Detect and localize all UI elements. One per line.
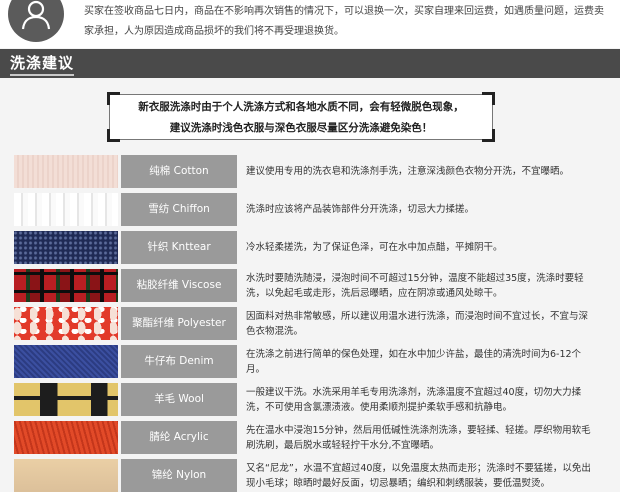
fabric-swatch-cotton [14,155,118,188]
section-title: 洗涤建议 [10,54,75,72]
section-underline [10,74,74,76]
fabric-name: 针织 Knttear [121,231,237,264]
section-header: 洗涤建议 [0,49,620,78]
washing-notice-box: 新衣服洗涤时由于个人洗涤方式和各地水质不同，会有轻微脱色现象， 建议洗涤时浅色衣… [107,92,495,142]
fabric-row-viscose: 粘胶纤维 Viscose 水洗时要随洗随浸，浸泡时间不可超过15分钟，温度不能超… [14,269,614,302]
fabric-description: 在洗涤之前进行简单的保色处理，如在水中加少许盐，最佳的清洗时间为6-12个月。 [246,348,582,375]
fabric-description: 又名“尼龙”，水温不宜超过40度，以免温度太热而走形；洗涤时不要猛搓，以免出现小… [246,462,591,489]
fabric-swatch-nylon [14,459,118,492]
fabric-description: 一般建议干洗。水洗采用羊毛专用洗涤剂，洗涤温度不宜超过40度，切勿大力揉洗，不可… [246,386,582,413]
fabric-row-cotton: 纯棉 Cotton 建议使用专用的洗衣皂和洗涤剂手洗，注意深浅颜色衣物分开洗，不… [14,155,614,188]
fabric-description: 建议使用专用的洗衣皂和洗涤剂手洗，注意深浅颜色衣物分开洗，不宜曝晒。 [246,166,570,177]
fabric-swatch-wool [14,383,118,416]
fabric-row-wool: 羊毛 Wool 一般建议干洗。水洗采用羊毛专用洗涤剂，洗涤温度不宜超过40度，切… [14,383,614,416]
return-policy-header: 买家在签收商品七日内，商品在不影响再次销售的情况下，可以退换一次，买家自理来回运… [0,0,620,48]
fabric-name: 腈纶 Acrylic [121,421,237,454]
fabric-swatch-knit [14,231,118,264]
fabric-name: 锦纶 Nylon [121,459,237,492]
return-policy-text: 买家在签收商品七日内，商品在不影响再次销售的情况下，可以退换一次，买家自理来回运… [84,6,604,37]
user-icon [8,0,64,42]
fabric-description: 冷水轻柔搓洗，为了保证色泽，可在水中加点醋，平摊阴干。 [246,242,503,253]
fabric-description: 因面料对热非常敏感，所以建议用温水进行洗涤，而浸泡时间不宜过长，不宜与深色衣物混… [246,310,589,337]
corner-mark [107,129,120,142]
corner-mark [482,92,495,105]
fabric-row-denim: 牛仔布 Denim 在洗涤之前进行简单的保色处理，如在水中加少许盐，最佳的清洗时… [14,345,614,378]
corner-mark [482,129,495,142]
fabric-row-nylon: 锦纶 Nylon 又名“尼龙”，水温不宜超过40度，以免温度太热而走形；洗涤时不… [14,459,614,492]
fabric-row-knit: 针织 Knttear 冷水轻柔搓洗，为了保证色泽，可在水中加点醋，平摊阴干。 [14,231,614,264]
fabric-name: 羊毛 Wool [121,383,237,416]
fabric-row-polyester: 聚酯纤维 Polyester 因面料对热非常敏感，所以建议用温水进行洗涤，而浸泡… [14,307,614,340]
fabric-row-chiffon: 雪纺 Chiffon 洗涤时应该将产品装饰部件分开洗涤，切忌大力揉搓。 [14,193,614,226]
fabric-name: 牛仔布 Denim [121,345,237,378]
fabric-name: 聚酯纤维 Polyester [121,307,237,340]
fabric-description: 水洗时要随洗随浸，浸泡时间不可超过15分钟，温度不能超过35度，洗涤时要轻洗，以… [246,272,584,299]
fabric-row-acrylic: 腈纶 Acrylic 先在温水中浸泡15分钟，然后用低碱性洗涤剂洗涤，要轻揉、轻… [14,421,614,454]
fabric-swatch-denim [14,345,118,378]
corner-mark [107,92,120,105]
notice-line-2: 建议洗涤时浅色衣服与深色衣服尽量区分洗涤避免染色！ [169,122,433,134]
fabric-name: 纯棉 Cotton [121,155,237,188]
notice-line-1: 新衣服洗涤时由于个人洗涤方式和各地水质不同，会有轻微脱色现象， [138,101,464,113]
fabric-swatch-polyester [14,307,118,340]
fabric-swatch-acrylic [14,421,118,454]
fabric-swatch-chiffon [14,193,118,226]
fabric-name: 粘胶纤维 Viscose [121,269,237,302]
fabric-name: 雪纺 Chiffon [121,193,237,226]
fabric-swatch-viscose [14,269,118,302]
fabric-description: 先在温水中浸泡15分钟，然后用低碱性洗涤剂洗涤，要轻揉、轻搓。厚织物用软毛刷洗刷… [246,424,591,451]
fabric-description: 洗涤时应该将产品装饰部件分开洗涤，切忌大力揉搓。 [246,204,475,215]
